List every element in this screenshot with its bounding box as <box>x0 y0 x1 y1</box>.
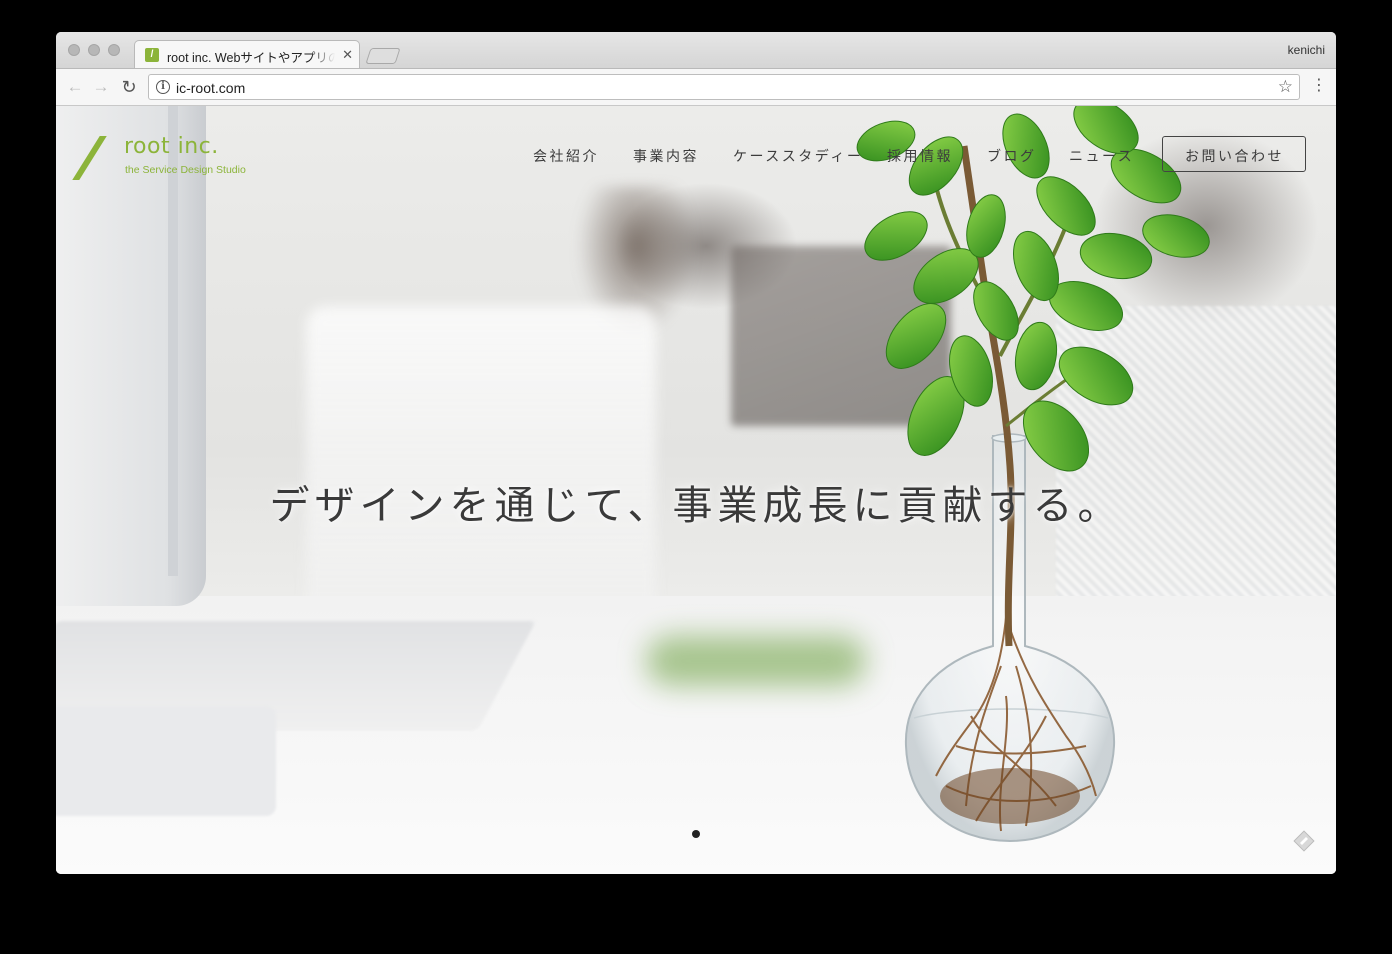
carousel-dot-active[interactable] <box>692 830 700 838</box>
kebab-menu-icon[interactable]: ⋮ <box>1311 76 1327 96</box>
profile-name[interactable]: kenichi <box>1288 43 1325 57</box>
nav-item-services[interactable]: 事業内容 <box>633 146 699 166</box>
new-tab-button[interactable] <box>365 48 401 64</box>
hero-catchphrase: デザインを通じて、事業成長に貢献する。 <box>269 483 1123 529</box>
forward-arrow-icon[interactable]: → <box>90 76 112 98</box>
minimize-window-button[interactable] <box>88 44 100 56</box>
phone-device <box>56 706 276 816</box>
reload-icon[interactable]: ↻ <box>118 76 140 98</box>
nav-item-case-study[interactable]: ケーススタディー <box>733 146 863 166</box>
nav-item-recruit[interactable]: 採用情報 <box>887 146 953 166</box>
nav-item-blog[interactable]: ブログ <box>987 146 1037 166</box>
page-viewport: root inc. the Service Design Studio 会社紹介… <box>56 106 1336 874</box>
close-window-button[interactable] <box>68 44 80 56</box>
zoom-window-button[interactable] <box>108 44 120 56</box>
contact-button-label: お問い合わせ <box>1185 148 1284 164</box>
close-tab-icon[interactable]: ✕ <box>342 47 353 63</box>
nav-item-news[interactable]: ニュース <box>1069 146 1134 166</box>
global-nav: 会社紹介 事業内容 ケーススタディー 採用情報 ブログ ニュース <box>56 144 1336 168</box>
tab-strip: / root inc. Webサイトやアプリのサービスデザイン ✕ kenich… <box>56 32 1336 69</box>
info-icon[interactable]: i <box>156 80 170 94</box>
pencil-badge-icon[interactable] <box>1293 830 1315 852</box>
address-bar[interactable]: i ic-root.com ☆ <box>148 74 1300 100</box>
nav-item-company[interactable]: 会社紹介 <box>533 146 599 166</box>
tab-title: root inc. Webサイトやアプリのサービスデザイン <box>167 47 335 63</box>
back-arrow-icon[interactable]: ← <box>64 76 86 98</box>
browser-toolbar: ← → ↻ i ic-root.com ☆ ⋮ <box>56 68 1336 106</box>
browser-tab[interactable]: / root inc. Webサイトやアプリのサービスデザイン ✕ <box>134 40 360 69</box>
contact-button[interactable]: お問い合わせ <box>1162 136 1306 172</box>
favicon-icon: / <box>145 48 159 62</box>
url-text[interactable]: ic-root.com <box>176 80 245 96</box>
browser-window: / root inc. Webサイトやアプリのサービスデザイン ✕ kenich… <box>56 32 1336 874</box>
bookmark-star-icon[interactable]: ☆ <box>1278 77 1293 97</box>
